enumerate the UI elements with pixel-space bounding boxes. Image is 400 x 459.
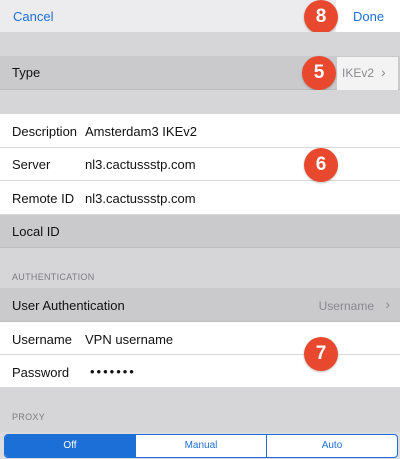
callout-badge-8: 8 bbox=[304, 0, 338, 34]
username-row[interactable]: Username VPN username bbox=[0, 322, 400, 355]
description-label: Description bbox=[12, 124, 78, 139]
type-value: IKEv2 bbox=[342, 66, 375, 80]
proxy-option-manual[interactable]: Manual bbox=[135, 435, 266, 457]
done-button-area[interactable]: Done bbox=[336, 0, 400, 32]
callout-badge-6: 6 bbox=[304, 148, 338, 182]
local-id-row[interactable]: Local ID bbox=[0, 215, 400, 248]
server-label: Server bbox=[12, 157, 51, 172]
description-field[interactable]: Amsterdam3 IKEv2 bbox=[85, 124, 197, 139]
authentication-header: AUTHENTICATION bbox=[12, 272, 95, 282]
proxy-header: PROXY bbox=[12, 412, 46, 422]
type-value-box[interactable]: IKEv2 › bbox=[337, 57, 398, 90]
server-field[interactable]: nl3.cactussstp.com bbox=[85, 157, 196, 172]
server-row[interactable]: Server nl3.cactussstp.com bbox=[0, 148, 400, 181]
username-label: Username bbox=[12, 332, 72, 347]
section-gap bbox=[0, 90, 400, 114]
chevron-right-icon: › bbox=[381, 64, 386, 80]
user-authentication-row[interactable]: User Authentication Username › bbox=[0, 288, 400, 322]
callout-badge-5: 5 bbox=[302, 56, 336, 90]
done-button[interactable]: Done bbox=[353, 9, 384, 24]
proxy-segmented-control[interactable]: Off Manual Auto bbox=[4, 434, 398, 458]
section-gap bbox=[0, 32, 400, 56]
description-row[interactable]: Description Amsterdam3 IKEv2 bbox=[0, 114, 400, 148]
password-label: Password bbox=[12, 365, 70, 380]
password-row[interactable]: Password ••••••• bbox=[0, 355, 400, 388]
callout-badge-7: 7 bbox=[304, 337, 338, 371]
user-authentication-label: User Authentication bbox=[12, 298, 125, 313]
password-field[interactable]: ••••••• bbox=[90, 364, 136, 379]
chevron-right-icon: › bbox=[385, 296, 390, 312]
type-label: Type bbox=[12, 65, 41, 80]
cancel-button[interactable]: Cancel bbox=[13, 9, 53, 24]
remote-id-row[interactable]: Remote ID nl3.cactussstp.com bbox=[0, 181, 400, 215]
navigation-bar: Cancel Done bbox=[0, 0, 400, 32]
remote-id-field[interactable]: nl3.cactussstp.com bbox=[85, 191, 196, 206]
proxy-section: PROXY bbox=[0, 388, 400, 432]
remote-id-label: Remote ID bbox=[12, 191, 75, 206]
local-id-label: Local ID bbox=[12, 224, 60, 239]
user-authentication-value: Username bbox=[318, 299, 374, 313]
authentication-section: AUTHENTICATION bbox=[0, 248, 400, 288]
proxy-option-off[interactable]: Off bbox=[5, 435, 135, 457]
proxy-option-auto[interactable]: Auto bbox=[266, 435, 397, 457]
username-field[interactable]: VPN username bbox=[85, 332, 173, 347]
